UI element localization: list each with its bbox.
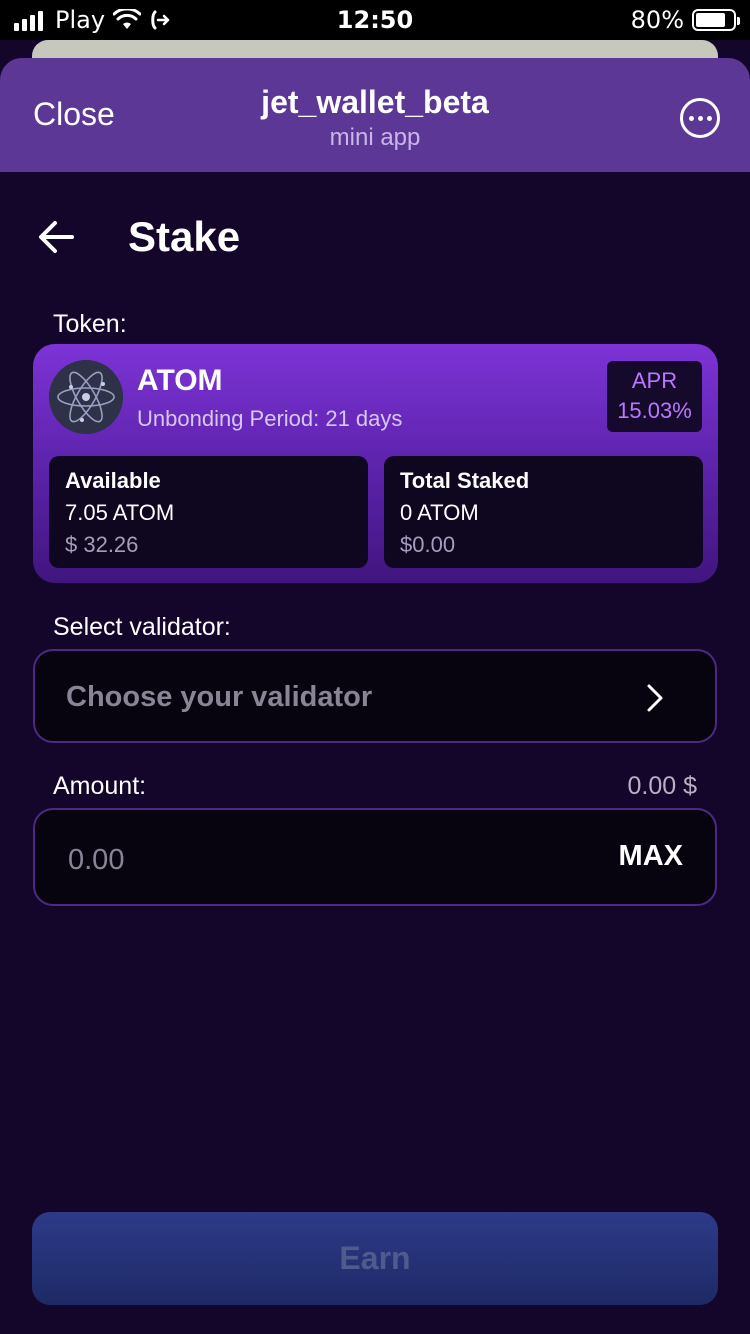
- amount-input[interactable]: [66, 840, 526, 880]
- token-name: ATOM: [137, 364, 223, 397]
- available-usd: $ 32.26: [65, 532, 139, 557]
- more-options-icon[interactable]: [680, 98, 720, 138]
- amount-usd-value: 0.00 $: [627, 772, 697, 800]
- available-amount: 7.05 ATOM: [65, 500, 175, 525]
- amount-field[interactable]: MAX: [33, 808, 717, 906]
- total-staked-usd: $0.00: [400, 532, 456, 557]
- app-subtitle: mini app: [329, 124, 421, 151]
- apr-label: APR: [631, 368, 678, 393]
- total-staked-box: Total Staked 0 ATOM $0.00: [384, 456, 703, 568]
- status-bar: Play 12:50 80%: [0, 0, 750, 40]
- status-right: 80%: [630, 6, 740, 34]
- token-label: Token:: [53, 310, 127, 338]
- token-card: ATOM Unbonding Period: 21 days APR 15.03…: [33, 344, 718, 583]
- available-box: Available 7.05 ATOM $ 32.26: [49, 456, 368, 568]
- battery-fill: [696, 13, 725, 27]
- max-button[interactable]: MAX: [619, 840, 683, 873]
- available-title: Available: [65, 468, 161, 493]
- battery-cap: [737, 17, 740, 25]
- total-staked-amount: 0 ATOM: [400, 500, 479, 525]
- total-staked-title: Total Staked: [400, 468, 530, 493]
- page-title: Stake: [128, 213, 241, 260]
- validator-select[interactable]: Choose your validator: [33, 649, 717, 743]
- battery-icon: [692, 9, 740, 31]
- apr-value: 15.03%: [617, 398, 692, 423]
- chevron-right-icon: [647, 684, 663, 712]
- unbonding-period: Unbonding Period: 21 days: [137, 406, 403, 431]
- mini-app-header: Close jet_wallet_beta mini app: [0, 58, 750, 172]
- atom-logo-icon: [49, 360, 123, 434]
- apr-badge: APR 15.03%: [607, 361, 702, 432]
- earn-button[interactable]: Earn: [32, 1212, 718, 1305]
- app-title: jet_wallet_beta: [261, 84, 489, 120]
- back-arrow-icon[interactable]: [38, 220, 74, 254]
- battery-percent: 80%: [630, 6, 684, 34]
- validator-label: Select validator:: [53, 613, 231, 641]
- validator-placeholder: Choose your validator: [66, 681, 373, 713]
- amount-label: Amount:: [53, 772, 147, 800]
